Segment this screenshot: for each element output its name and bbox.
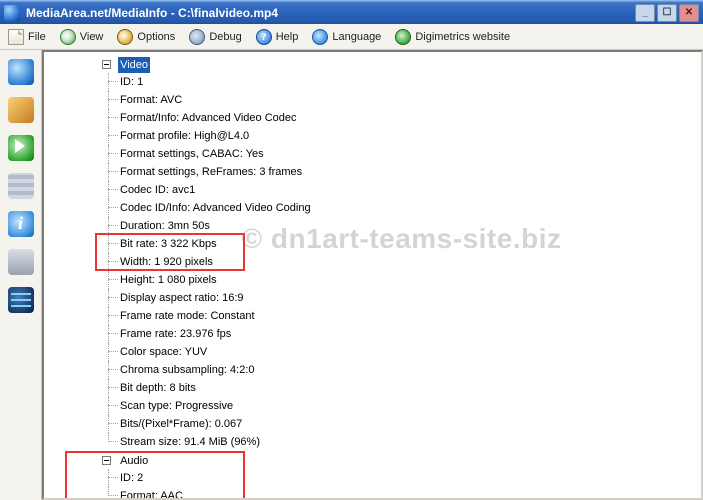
menu-options[interactable]: Options bbox=[113, 26, 183, 48]
menu-view-label: View bbox=[80, 31, 104, 43]
open-icon bbox=[8, 59, 34, 85]
minimize-button[interactable]: _ bbox=[635, 4, 655, 22]
maximize-button[interactable]: ☐ bbox=[657, 4, 677, 22]
tree-video-bpp[interactable]: Bits/(Pixel*Frame): 0.067 bbox=[118, 416, 244, 432]
tree-audio-format[interactable]: Format: AAC bbox=[118, 488, 185, 500]
tree-root: Video ID: 1 Format: AVC Format/Info: Adv… bbox=[46, 56, 701, 500]
window-controls: _ ☐ ✕ bbox=[635, 4, 699, 22]
tree-video-dar[interactable]: Display aspect ratio: 16:9 bbox=[118, 290, 246, 306]
toolbar-folder-button[interactable] bbox=[5, 94, 37, 126]
expander-video[interactable] bbox=[102, 60, 111, 69]
body-area: Video ID: 1 Format: AVC Format/Info: Adv… bbox=[0, 50, 703, 500]
tree-video-codec-id-info[interactable]: Codec ID/Info: Advanced Video Coding bbox=[118, 200, 313, 216]
tree-video-codec-id[interactable]: Codec ID: avc1 bbox=[118, 182, 197, 198]
tree-video-format-info[interactable]: Format/Info: Advanced Video Codec bbox=[118, 110, 299, 126]
tree-video-width[interactable]: Width: 1 920 pixels bbox=[118, 254, 215, 270]
tree-audio-id[interactable]: ID: 2 bbox=[118, 470, 145, 486]
debug-icon bbox=[189, 29, 205, 45]
tree-video-format-profile[interactable]: Format profile: High@L4.0 bbox=[118, 128, 251, 144]
toolbar-options-button[interactable] bbox=[5, 170, 37, 202]
tree-video-format[interactable]: Format: AVC bbox=[118, 92, 184, 108]
tree-video-color-space[interactable]: Color space: YUV bbox=[118, 344, 209, 360]
tree-video-bitrate[interactable]: Bit rate: 3 322 Kbps bbox=[118, 236, 219, 252]
expander-audio[interactable] bbox=[102, 456, 111, 465]
close-button[interactable]: ✕ bbox=[679, 4, 699, 22]
tree-category-video[interactable]: Video bbox=[118, 57, 150, 73]
menu-bar: File View Options Debug Help Language Di… bbox=[0, 24, 703, 50]
toolbar-open-button[interactable] bbox=[5, 56, 37, 88]
tree-video-frame-rate[interactable]: Frame rate: 23.976 fps bbox=[118, 326, 233, 342]
tree-category-audio[interactable]: Audio bbox=[118, 453, 150, 469]
settings-icon bbox=[8, 173, 34, 199]
toolbar-about-button[interactable] bbox=[5, 208, 37, 240]
menu-language-label: Language bbox=[332, 31, 381, 43]
menu-website-label: Digimetrics website bbox=[415, 31, 510, 43]
options-icon bbox=[117, 29, 133, 45]
tree-video-stream-size[interactable]: Stream size: 91.4 MiB (96%) bbox=[118, 434, 262, 450]
tree-view[interactable]: Video ID: 1 Format: AVC Format/Info: Adv… bbox=[42, 50, 703, 500]
file-icon bbox=[8, 29, 24, 45]
menu-help-label: Help bbox=[276, 31, 299, 43]
folder-icon bbox=[8, 97, 34, 123]
app-icon bbox=[4, 5, 20, 21]
toolbar-wave-button[interactable] bbox=[5, 284, 37, 316]
wave-icon bbox=[8, 287, 34, 313]
tree-video-reframes[interactable]: Format settings, ReFrames: 3 frames bbox=[118, 164, 304, 180]
tree-video-height[interactable]: Height: 1 080 pixels bbox=[118, 272, 219, 288]
info-icon bbox=[8, 211, 34, 237]
website-icon bbox=[395, 29, 411, 45]
tree-video-scan-type[interactable]: Scan type: Progressive bbox=[118, 398, 235, 414]
menu-file[interactable]: File bbox=[4, 26, 54, 48]
view-icon bbox=[60, 29, 76, 45]
menu-help[interactable]: Help bbox=[252, 26, 307, 48]
sheet-icon bbox=[8, 249, 34, 275]
tree-video-frame-rate-mode[interactable]: Frame rate mode: Constant bbox=[118, 308, 257, 324]
tree-video-cabac[interactable]: Format settings, CABAC: Yes bbox=[118, 146, 266, 162]
menu-file-label: File bbox=[28, 31, 46, 43]
menu-website[interactable]: Digimetrics website bbox=[391, 26, 518, 48]
menu-debug[interactable]: Debug bbox=[185, 26, 249, 48]
menu-language[interactable]: Language bbox=[308, 26, 389, 48]
window-title: MediaArea.net/MediaInfo - C:\finalvideo.… bbox=[26, 6, 635, 20]
tree-video-chroma[interactable]: Chroma subsampling: 4:2:0 bbox=[118, 362, 257, 378]
toolbar-sheet-button[interactable] bbox=[5, 246, 37, 278]
window-titlebar: MediaArea.net/MediaInfo - C:\finalvideo.… bbox=[0, 0, 703, 24]
tree-video-duration[interactable]: Duration: 3mn 50s bbox=[118, 218, 212, 234]
menu-view[interactable]: View bbox=[56, 26, 112, 48]
globe-icon bbox=[312, 29, 328, 45]
help-icon bbox=[256, 29, 272, 45]
menu-options-label: Options bbox=[137, 31, 175, 43]
left-toolbar bbox=[0, 50, 42, 500]
tree-video-id[interactable]: ID: 1 bbox=[118, 74, 145, 90]
menu-debug-label: Debug bbox=[209, 31, 241, 43]
arrow-right-icon bbox=[8, 135, 34, 161]
tree-video-bit-depth[interactable]: Bit depth: 8 bits bbox=[118, 380, 198, 396]
toolbar-export-button[interactable] bbox=[5, 132, 37, 164]
